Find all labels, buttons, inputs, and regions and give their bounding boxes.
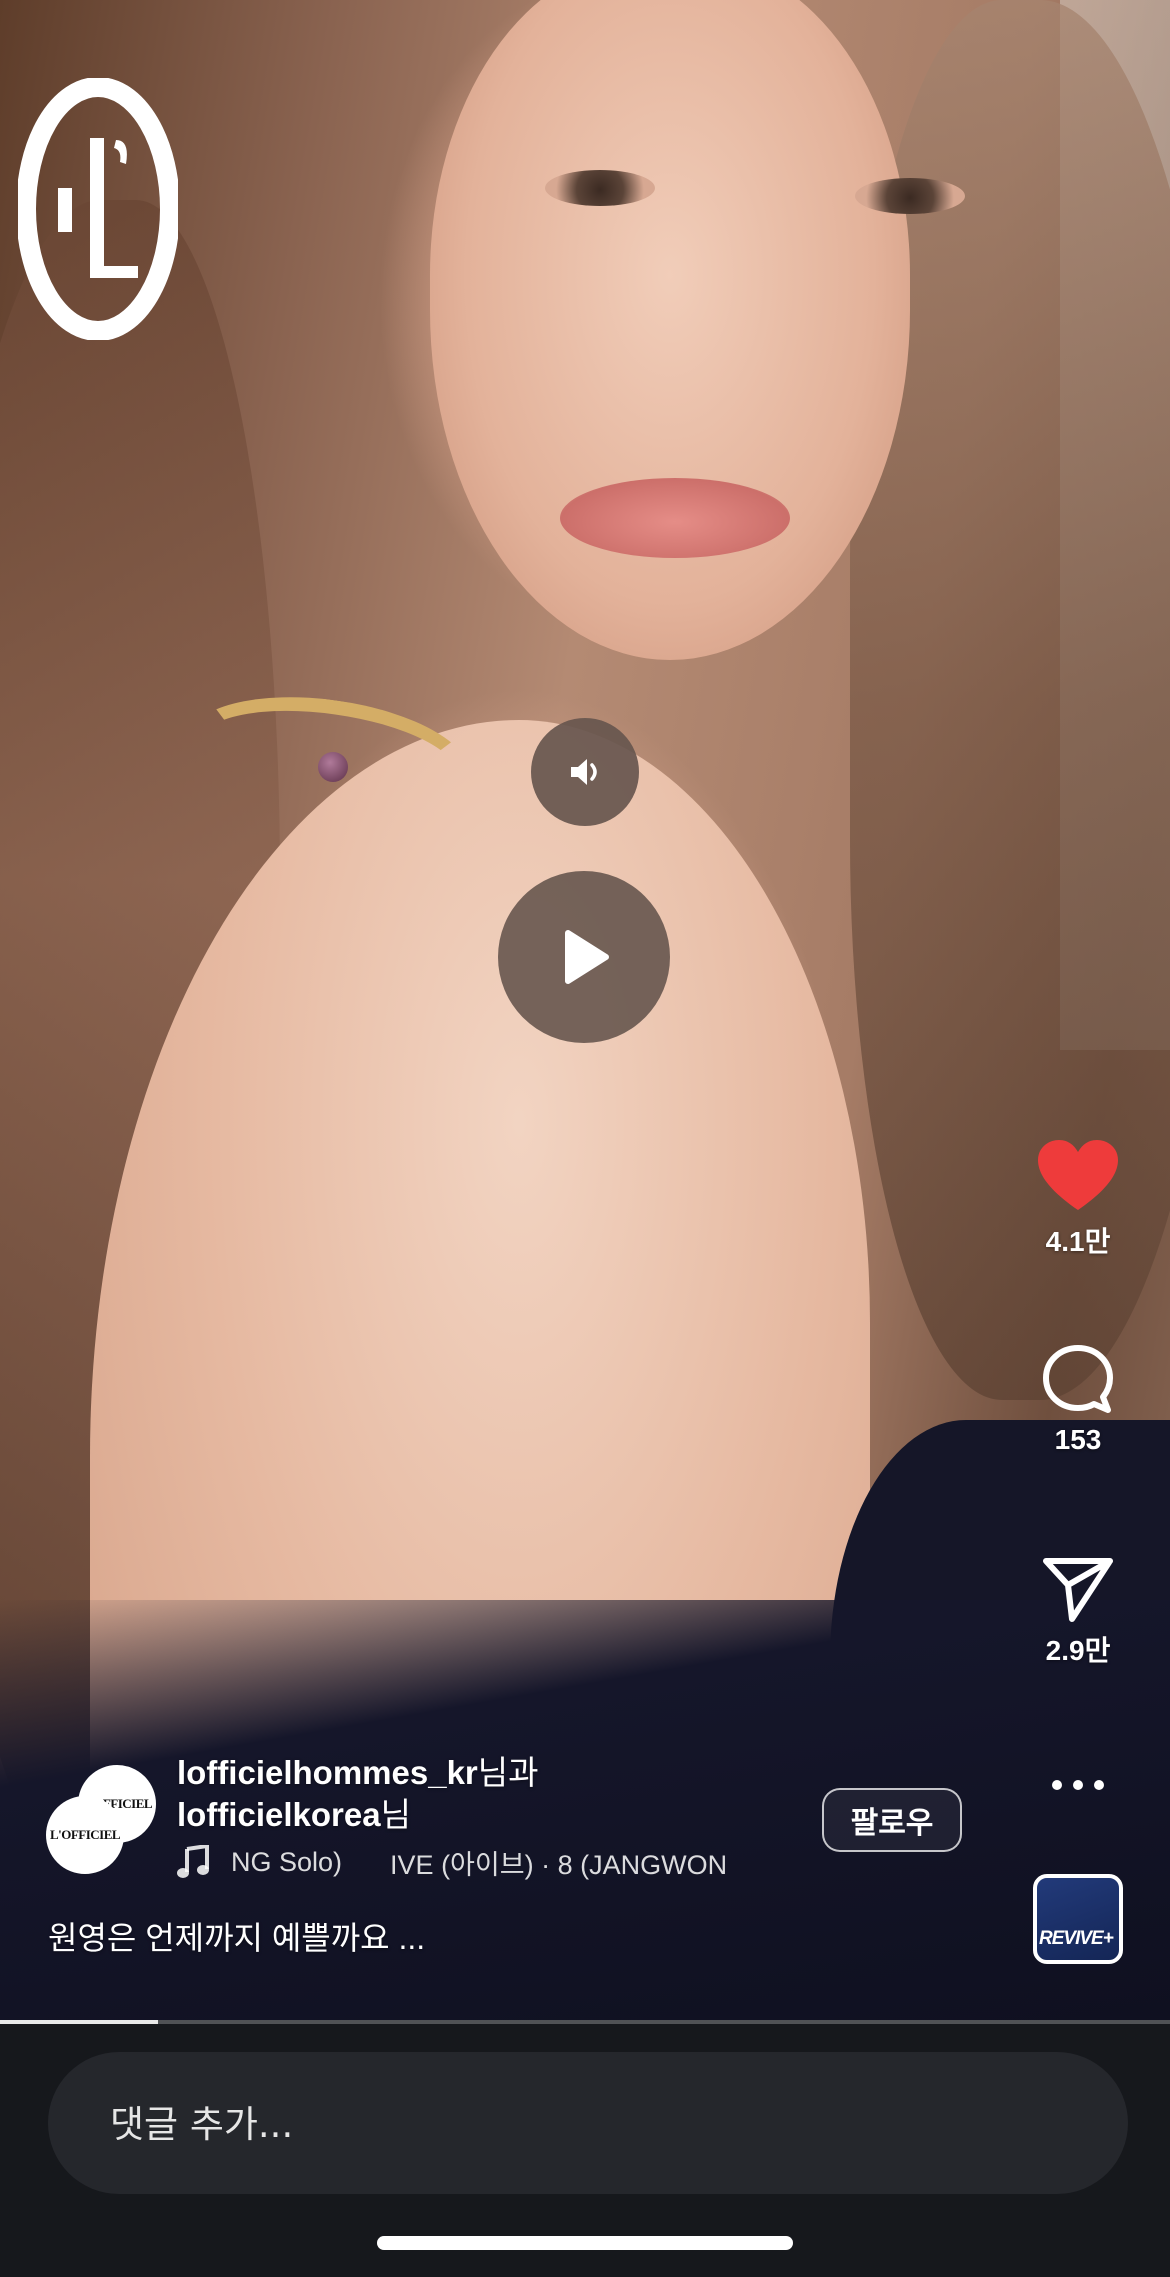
like-action[interactable]: 4.1만	[1030, 1138, 1126, 1260]
send-icon[interactable]	[1042, 1555, 1114, 1623]
follow-button[interactable]: 팔로우	[822, 1788, 962, 1852]
video-progress-bar[interactable]	[0, 2020, 1170, 2024]
music-track-left: NG Solo)	[231, 1846, 343, 1877]
face	[430, 0, 910, 660]
audio-thumbnail[interactable]: REVIVE+	[1033, 1874, 1123, 1964]
mute-toggle-button[interactable]	[531, 718, 639, 826]
reel-video[interactable]: 4.1만 153 2.9만 REVIVE+ L'OFFICIEL L'OFFIC…	[0, 0, 1170, 2020]
avatar-lofficielkorea[interactable]: L'OFFICIEL	[46, 1796, 124, 1874]
play-button[interactable]	[498, 871, 670, 1043]
share-count: 2.9만	[1045, 1635, 1111, 1666]
necklace-gem	[318, 752, 348, 782]
comment-count: 153	[1054, 1424, 1102, 1455]
lips	[560, 478, 790, 558]
heart-icon[interactable]	[1036, 1138, 1120, 1214]
eye-left	[545, 170, 655, 206]
audio-thumbnail-label: REVIVE+	[1039, 1928, 1114, 1949]
brand-logo	[18, 78, 178, 340]
like-count: 4.1만	[1045, 1226, 1111, 1257]
share-action[interactable]: 2.9만	[1030, 1555, 1126, 1669]
home-indicator[interactable]	[377, 2236, 793, 2250]
speaker-icon	[571, 759, 597, 785]
eye-right	[855, 178, 965, 214]
post-caption[interactable]: 원영은 언제까지 예쁠까요 ...	[48, 1913, 425, 1959]
owner-username-1[interactable]: lofficielhommes_kr	[177, 1754, 478, 1791]
video-progress-fill	[0, 2020, 158, 2024]
comment-icon[interactable]	[1040, 1342, 1116, 1418]
comment-action[interactable]: 153	[1030, 1342, 1126, 1456]
comment-input[interactable]	[108, 2052, 1072, 2196]
play-icon	[565, 930, 609, 984]
music-ticker[interactable]: NG Solo) IVE (아이브) · 8 (JANGWON	[177, 1842, 727, 1882]
more-icon	[1052, 1780, 1104, 1790]
music-note-icon	[177, 1845, 209, 1878]
more-options-button[interactable]	[1030, 1765, 1126, 1805]
comment-bar[interactable]	[48, 2052, 1128, 2196]
music-track-right: IVE (아이브) · 8 (JANGWON	[390, 1849, 728, 1880]
owner-username-2[interactable]: lofficielkorea	[177, 1796, 381, 1833]
post-owners: lofficielhommes_kr님과 lofficielkorea님	[177, 1754, 539, 1833]
